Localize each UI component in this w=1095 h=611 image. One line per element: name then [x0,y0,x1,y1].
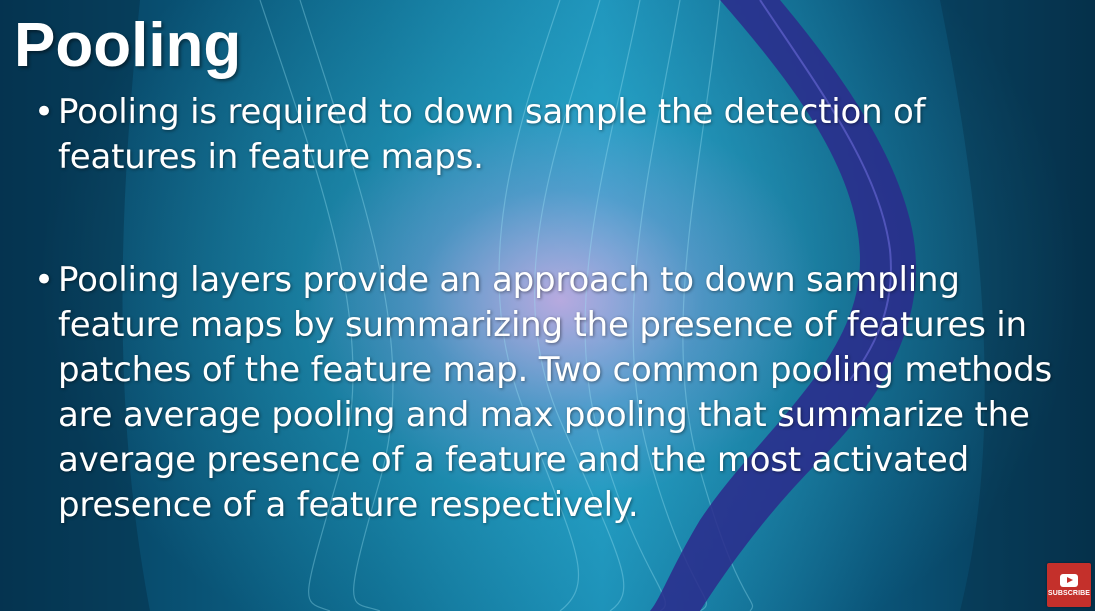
bullet-marker: • [34,92,54,132]
bullet-marker: • [34,260,54,300]
subscribe-button[interactable]: SUBSCRIBE [1047,563,1091,607]
slide-title: Pooling [14,11,242,80]
bullet-text: Pooling is required to down sample the d… [58,92,926,177]
bullet-item: • Pooling is required to down sample the… [34,90,1064,180]
youtube-play-icon [1060,573,1078,587]
presentation-slide: Pooling • Pooling is required to down sa… [0,0,1095,611]
bullet-text: Pooling layers provide an approach to do… [58,260,1053,525]
bullet-item: • Pooling layers provide an approach to … [34,258,1064,528]
subscribe-label: SUBSCRIBE [1047,589,1091,597]
bullet-list: • Pooling is required to down sample the… [34,90,1064,528]
